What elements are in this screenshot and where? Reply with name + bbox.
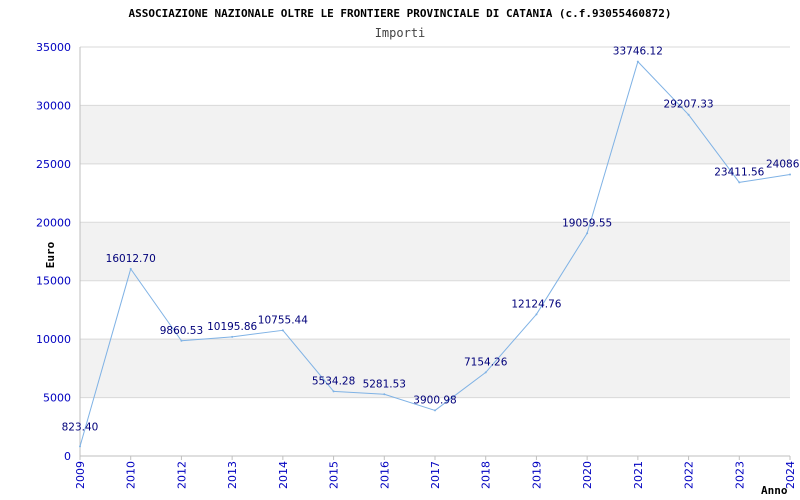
chart-title: ASSOCIAZIONE NAZIONALE OLTRE LE FRONTIER… [128,7,671,20]
x-tick-label: 2016 [378,461,391,489]
y-tick-label: 20000 [36,216,71,229]
x-tick-label: 2010 [125,461,138,489]
data-point [129,267,132,270]
chart-subtitle: Importi [375,26,426,40]
data-point [434,409,436,412]
x-tick-label: 2015 [328,461,341,489]
data-label: 5534.28 [312,375,355,387]
grid-band [80,222,790,281]
data-point [332,390,335,393]
chart-canvas: 0 5000 10000 15000 20000 25000 30000 35000 2009… [36,7,800,497]
data-label: 5281.53 [363,378,406,390]
data-label: 16012.70 [106,253,156,265]
x-tick-label: 2009 [74,461,87,489]
data-label: 33746.12 [613,46,663,58]
y-tick-label: 0 [64,450,71,463]
x-tick-label: 2012 [175,461,188,489]
x-tick-label: 2023 [733,461,746,489]
data-point [383,393,386,396]
x-tick-label: 2013 [226,461,239,489]
x-tick-label: 2020 [581,461,594,489]
data-point [231,335,234,338]
data-point [535,313,538,316]
data-point [79,445,81,448]
x-tick-label: 2019 [530,461,543,489]
y-tick-label: 35000 [36,41,71,54]
data-label: 9860.53 [160,325,203,337]
data-point [789,173,791,176]
data-label: 3900.98 [413,394,456,406]
x-tick-label: 2021 [632,461,645,489]
data-label: 19059.55 [562,217,612,229]
data-point [281,329,284,332]
x-tick-label: 2018 [480,461,493,489]
y-axis-label: Euro [44,241,57,268]
y-tick-label: 10000 [36,333,71,346]
x-tick-labels: 2009 2010 2012 2013 2014 2015 2016 2017 2018 2019… [74,456,797,489]
y-tick-label: 25000 [36,158,71,171]
data-label: 24086. [766,159,800,171]
data-point [687,113,690,116]
chart: 0 5000 10000 15000 20000 25000 30000 35000 2009… [0,0,800,500]
data-point [738,181,741,184]
data-label: 10755.44 [258,314,308,326]
data-point [636,60,639,63]
data-label: 29207.33 [664,99,714,111]
grid-band [80,339,790,398]
x-tick-label: 2022 [683,461,696,489]
data-point [484,371,487,374]
y-tick-label: 30000 [36,99,71,112]
data-label: 823.40 [62,421,99,433]
y-tick-label: 15000 [36,275,71,288]
data-point [586,232,589,235]
data-point [180,339,183,342]
grid-bands [80,105,790,398]
x-tick-label: 2017 [429,461,442,489]
data-label: 12124.76 [511,298,561,310]
data-label: 10195.86 [207,321,257,333]
y-tick-label: 5000 [43,392,71,405]
data-label: 7154.26 [464,356,508,368]
x-axis-label: Anno [761,484,788,497]
data-label: 23411.56 [714,166,764,178]
grid-band [80,105,790,164]
x-tick-label: 2014 [277,461,290,489]
